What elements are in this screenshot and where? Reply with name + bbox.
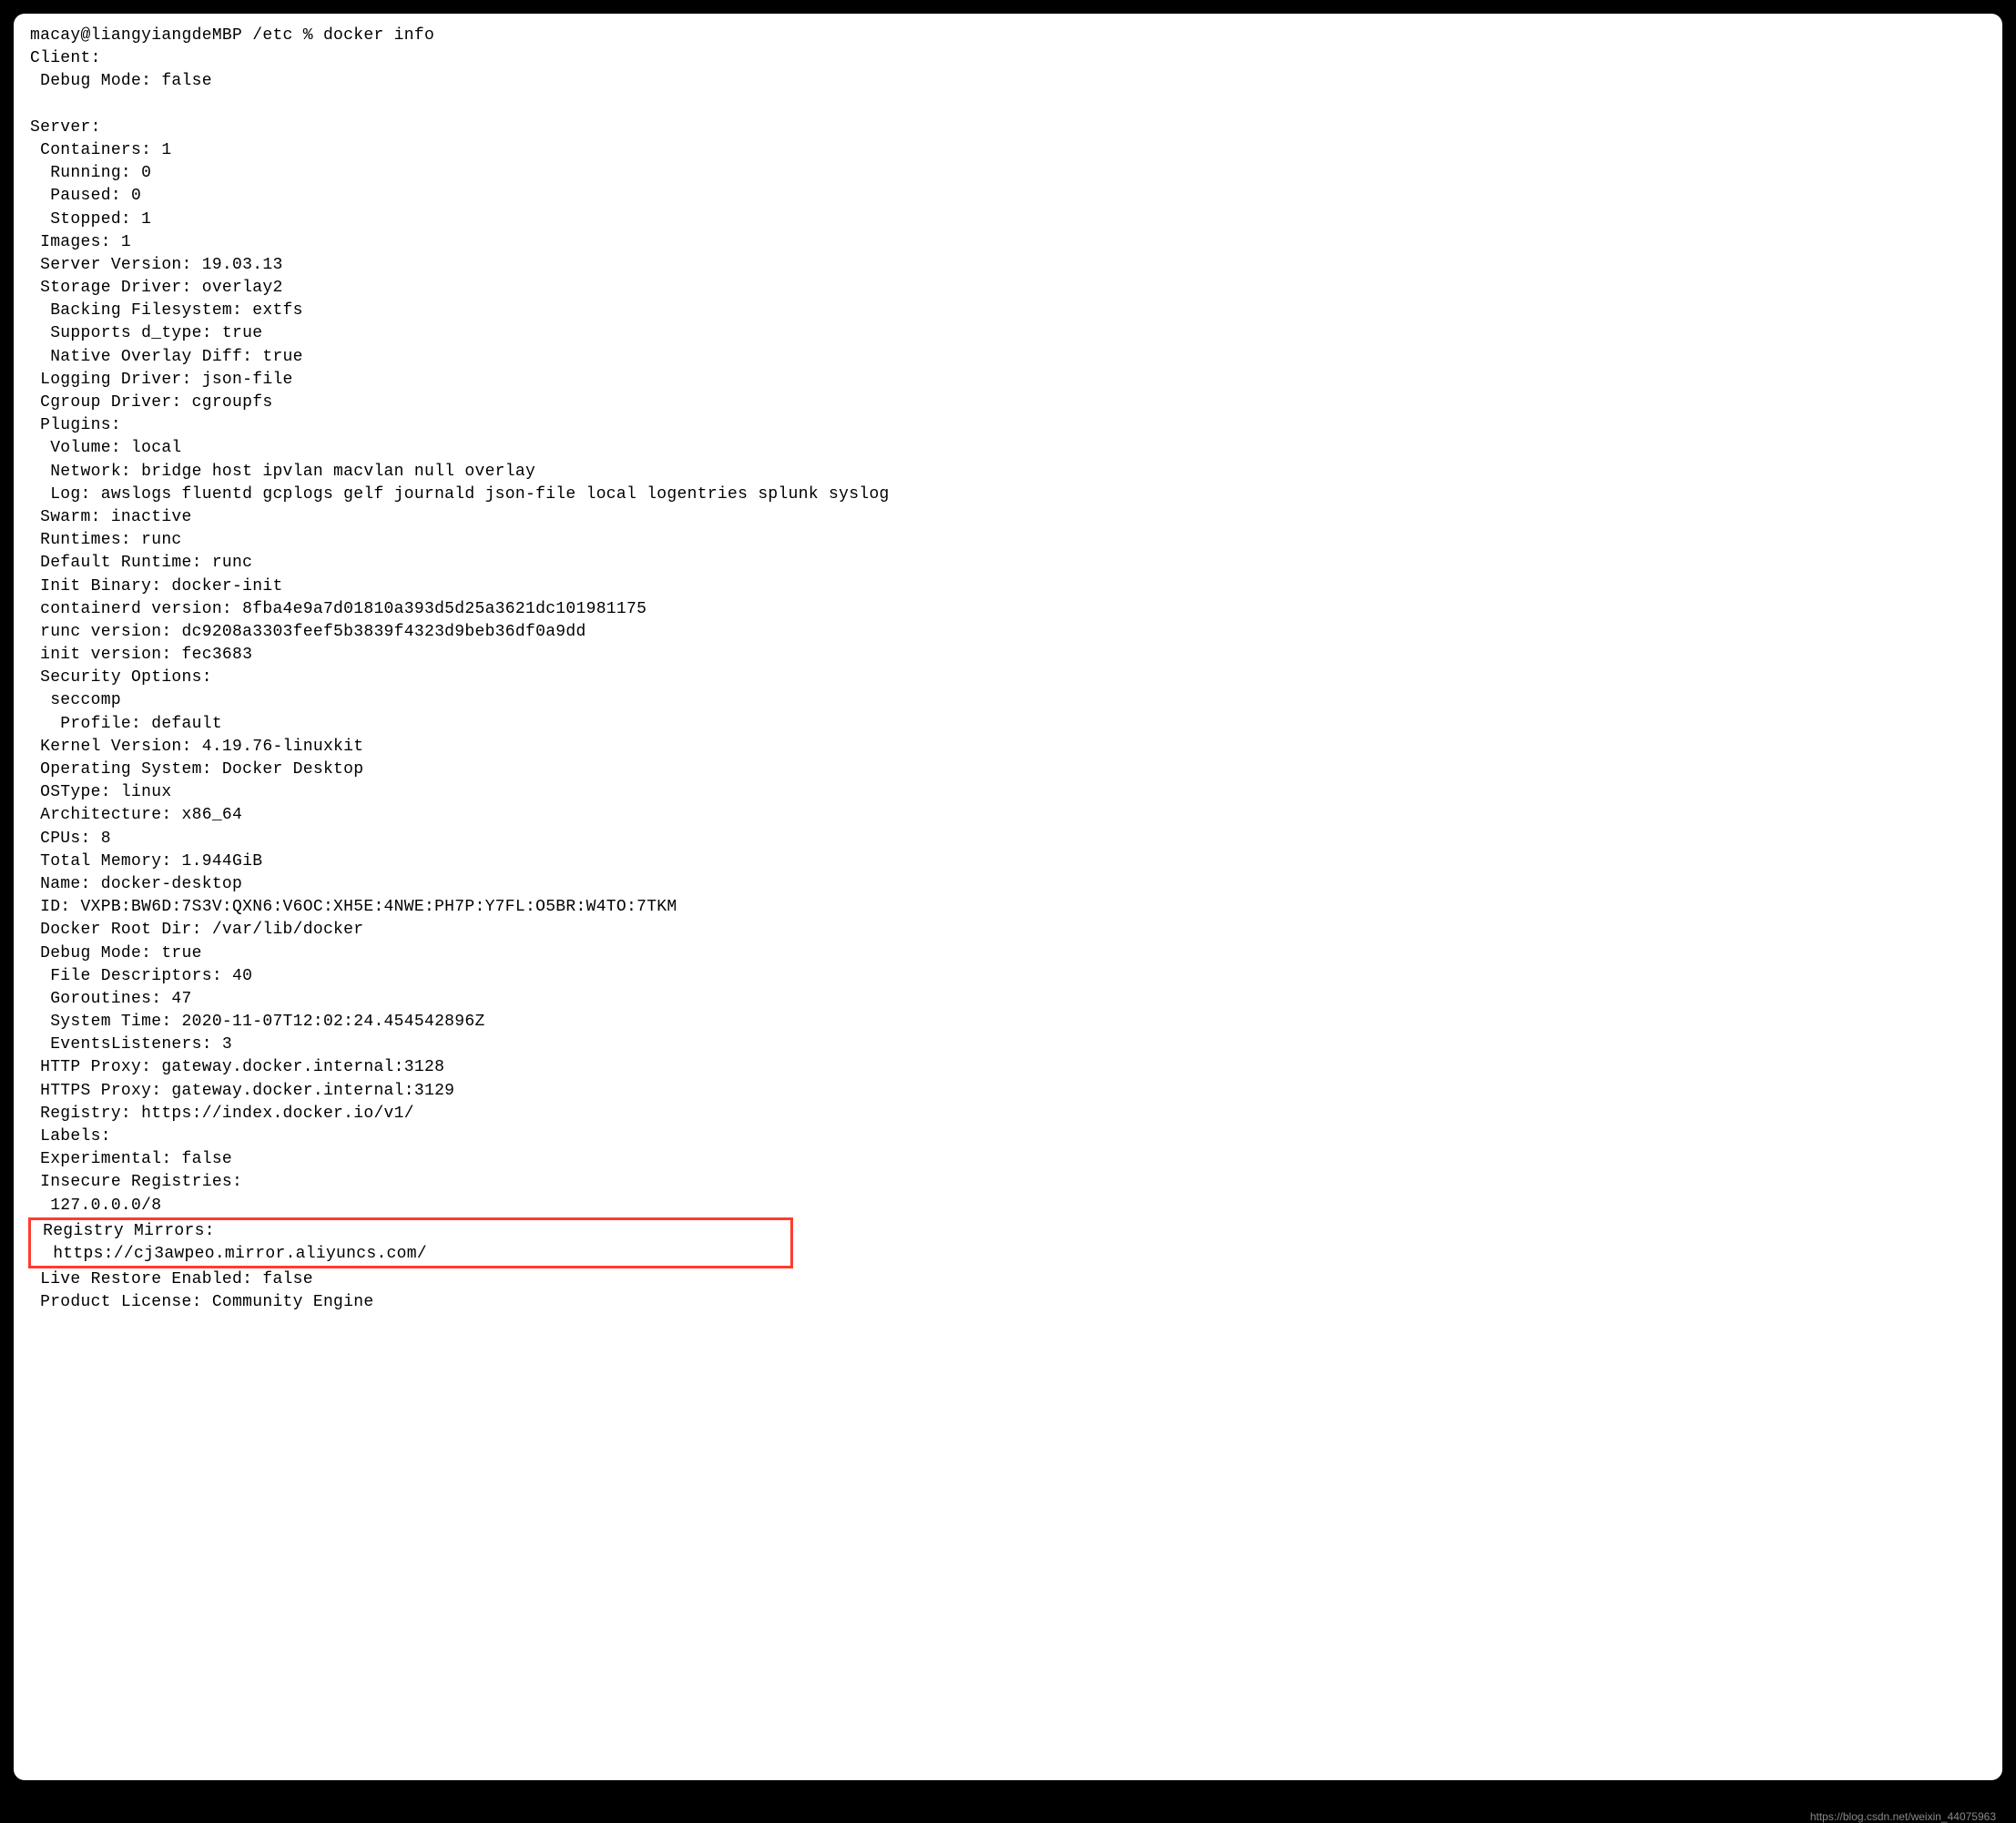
server-containers: Containers: 1 — [30, 139, 1986, 162]
server-images: Images: 1 — [30, 231, 1986, 254]
seccomp: seccomp — [30, 689, 1986, 712]
init-binary: Init Binary: docker-init — [30, 575, 1986, 598]
server-version: Server Version: 19.03.13 — [30, 254, 1986, 277]
watermark: https://blog.csdn.net/weixin_44075963 — [1810, 1810, 1996, 1823]
system-time: System Time: 2020-11-07T12:02:24.4545428… — [30, 1011, 1986, 1034]
live-restore: Live Restore Enabled: false — [30, 1268, 1986, 1291]
operating-system: Operating System: Docker Desktop — [30, 759, 1986, 781]
network: Network: bridge host ipvlan macvlan null… — [30, 461, 1986, 484]
default-runtime: Default Runtime: runc — [30, 552, 1986, 575]
insecure-reg-val: 127.0.0.0/8 — [30, 1195, 1986, 1217]
ostype: OSType: linux — [30, 781, 1986, 804]
highlight-annotation: Registry Mirrors: https://cj3awpeo.mirro… — [28, 1217, 793, 1268]
registry-mirrors: Registry Mirrors: — [33, 1220, 789, 1243]
architecture: Architecture: x86_64 — [30, 804, 1986, 827]
insecure-registries: Insecure Registries: — [30, 1171, 1986, 1194]
logging-driver: Logging Driver: json-file — [30, 369, 1986, 392]
log: Log: awslogs fluentd gcplogs gelf journa… — [30, 484, 1986, 506]
swarm: Swarm: inactive — [30, 506, 1986, 529]
profile: Profile: default — [30, 713, 1986, 736]
prompt-line: macay@liangyiangdeMBP /etc % docker info — [30, 25, 1986, 47]
goroutines: Goroutines: 47 — [30, 988, 1986, 1011]
experimental: Experimental: false — [30, 1148, 1986, 1171]
id: ID: VXPB:BW6D:7S3V:QXN6:V6OC:XH5E:4NWE:P… — [30, 896, 1986, 919]
registry-mirror-val: https://cj3awpeo.mirror.aliyuncs.com/ — [33, 1243, 789, 1266]
volume: Volume: local — [30, 437, 1986, 460]
security-options: Security Options: — [30, 667, 1986, 689]
blank-line — [30, 94, 1986, 117]
total-memory: Total Memory: 1.944GiB — [30, 850, 1986, 873]
containerd-version: containerd version: 8fba4e9a7d01810a393d… — [30, 598, 1986, 621]
cgroup-driver: Cgroup Driver: cgroupfs — [30, 392, 1986, 414]
server-running: Running: 0 — [30, 162, 1986, 185]
events-listeners: EventsListeners: 3 — [30, 1034, 1986, 1056]
client-debug-mode: Debug Mode: false — [30, 70, 1986, 93]
https-proxy: HTTPS Proxy: gateway.docker.internal:312… — [30, 1080, 1986, 1103]
supports-dtype: Supports d_type: true — [30, 322, 1986, 345]
docker-root: Docker Root Dir: /var/lib/docker — [30, 919, 1986, 942]
cpus: CPUs: 8 — [30, 828, 1986, 850]
runc-version: runc version: dc9208a3303feef5b3839f4323… — [30, 621, 1986, 644]
name: Name: docker-desktop — [30, 873, 1986, 896]
registry: Registry: https://index.docker.io/v1/ — [30, 1103, 1986, 1125]
init-version: init version: fec3683 — [30, 644, 1986, 667]
storage-driver: Storage Driver: overlay2 — [30, 277, 1986, 300]
product-license: Product License: Community Engine — [30, 1291, 1986, 1314]
server-paused: Paused: 0 — [30, 185, 1986, 208]
native-overlay: Native Overlay Diff: true — [30, 346, 1986, 369]
file-descriptors: File Descriptors: 40 — [30, 965, 1986, 988]
server-header: Server: — [30, 117, 1986, 139]
server-stopped: Stopped: 1 — [30, 209, 1986, 231]
backing-fs: Backing Filesystem: extfs — [30, 300, 1986, 322]
terminal-window: macay@liangyiangdeMBP /etc % docker info… — [14, 14, 2002, 1780]
plugins: Plugins: — [30, 414, 1986, 437]
kernel-version: Kernel Version: 4.19.76-linuxkit — [30, 736, 1986, 759]
http-proxy: HTTP Proxy: gateway.docker.internal:3128 — [30, 1056, 1986, 1079]
labels: Labels: — [30, 1125, 1986, 1148]
debug-mode: Debug Mode: true — [30, 942, 1986, 965]
client-header: Client: — [30, 47, 1986, 70]
runtimes: Runtimes: runc — [30, 529, 1986, 552]
